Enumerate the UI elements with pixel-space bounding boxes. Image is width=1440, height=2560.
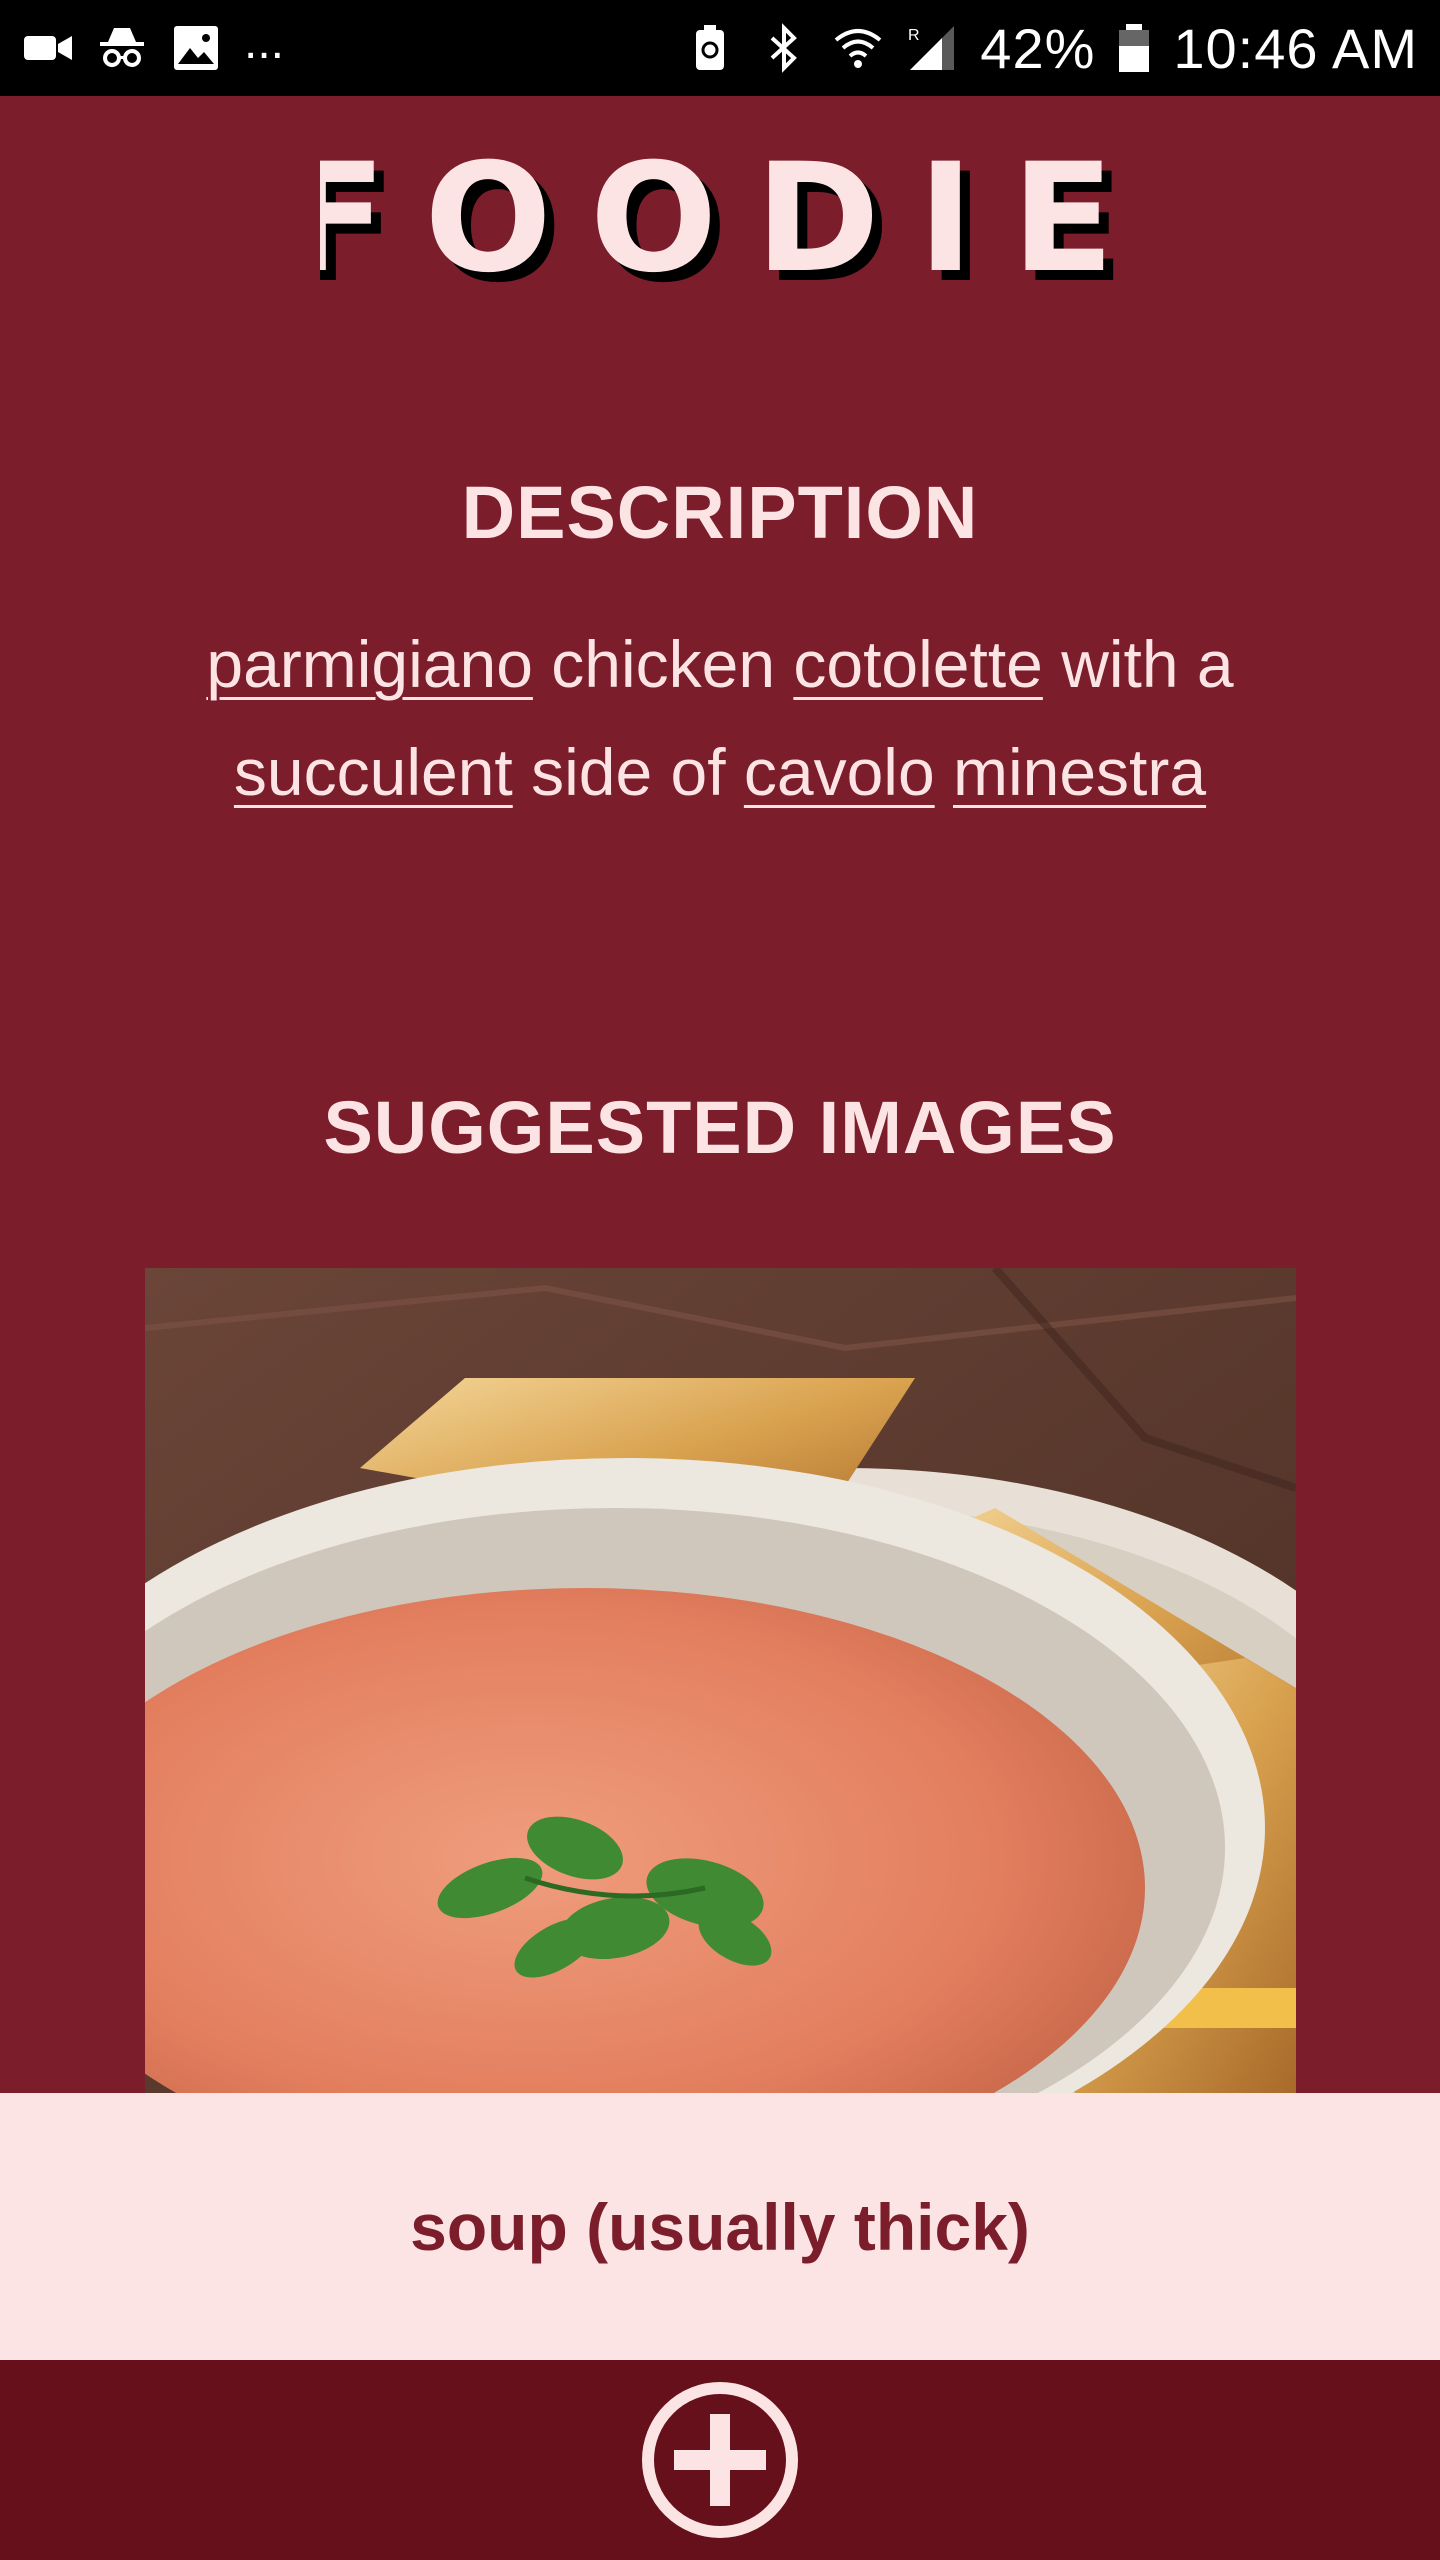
suggested-image[interactable] <box>145 1268 1296 2093</box>
battery-percent: 42% <box>980 16 1096 80</box>
svg-text:FOODIE: FOODIE <box>320 150 1120 306</box>
description-word-link[interactable]: cotolette <box>793 627 1043 701</box>
description-heading: DESCRIPTION <box>461 471 979 554</box>
battery-saver-icon <box>696 25 725 70</box>
svg-text:R: R <box>908 27 920 44</box>
incognito-icon <box>100 28 144 67</box>
description-word <box>935 735 953 809</box>
video-call-icon <box>24 36 72 60</box>
bottom-action-bar <box>0 2360 1440 2560</box>
app-logo: FOODIE FOODIE <box>0 150 1440 310</box>
status-bar: ... R 42% 10:46 AM <box>0 0 1440 96</box>
signal-icon: R <box>908 26 955 70</box>
more-notifications: ... <box>244 16 285 69</box>
description-word-link[interactable]: cavolo <box>744 735 935 809</box>
soup-photo <box>145 1268 1296 2093</box>
battery-icon <box>1119 24 1150 72</box>
image-caption-bar: soup (usually thick) <box>0 2093 1440 2360</box>
suggested-images-heading: SUGGESTED IMAGES <box>323 1086 1117 1169</box>
description-text: parmigiano chicken cotolette with a succ… <box>120 610 1320 826</box>
image-icon <box>174 26 218 70</box>
foodie-logo: FOODIE FOODIE <box>320 150 1120 310</box>
status-bar-right: R 42% 10:46 AM <box>684 16 1418 81</box>
bluetooth-icon <box>770 23 798 73</box>
description-word: with a <box>1042 627 1234 701</box>
add-button[interactable] <box>640 2380 800 2540</box>
description-word: side of <box>512 735 744 809</box>
description-word: chicken <box>532 627 794 701</box>
wifi-icon <box>835 29 882 68</box>
clock: 10:46 AM <box>1173 16 1418 80</box>
status-bar-left: ... <box>22 16 285 74</box>
description-word-link[interactable]: parmigiano <box>206 627 533 701</box>
description-word-link[interactable]: succulent <box>234 735 513 809</box>
image-caption: soup (usually thick) <box>410 2189 1030 2264</box>
description-word-link[interactable]: minestra <box>953 735 1206 809</box>
